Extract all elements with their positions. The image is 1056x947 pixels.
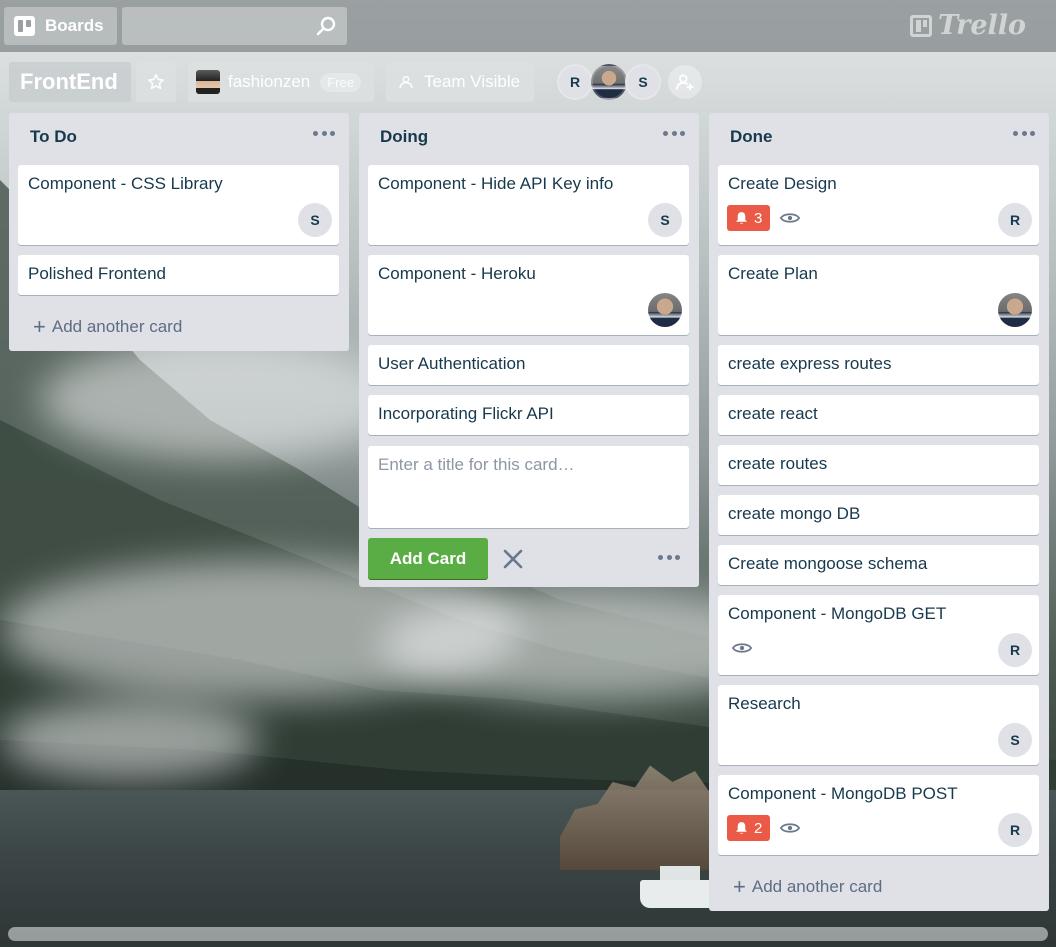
list-header[interactable]: To Do [9,113,349,161]
list-title[interactable]: Done [730,127,773,147]
card-member-avatar-photo[interactable] [648,293,682,327]
list-header[interactable]: Doing [359,113,699,161]
card-title: create express routes [728,354,892,373]
card-title: Component - Heroku [378,264,536,283]
list-menu-icon[interactable] [663,131,685,137]
card-member-avatar[interactable]: S [298,203,332,237]
eye-icon [780,213,800,223]
member-avatar[interactable]: R [557,64,593,100]
card-title: Create Plan [728,264,818,283]
card[interactable]: Component - MongoDB GET R [718,595,1039,675]
card-title: create react [728,404,818,423]
boards-icon [14,16,35,36]
eye-icon [780,823,800,833]
card-member-avatar-photo[interactable] [998,293,1032,327]
card[interactable]: Component - MongoDB POST 2 R [718,775,1039,855]
card-member-avatar[interactable]: R [998,813,1032,847]
card[interactable]: Create mongoose schema [718,545,1039,585]
plus-icon: + [33,314,46,339]
due-badge-count: 2 [754,819,763,837]
card-title: Incorporating Flickr API [378,404,554,423]
close-icon[interactable] [500,546,526,572]
star-board-button[interactable] [136,62,176,102]
card[interactable]: Create Design 3 R [718,165,1039,245]
card-title: Research [728,694,801,713]
card-title: Component - Hide API Key info [378,174,614,193]
member-avatar[interactable]: S [625,64,661,100]
list-title[interactable]: Doing [380,127,428,147]
bell-icon [736,822,747,834]
card[interactable]: create mongo DB [718,495,1039,535]
card-title: create mongo DB [728,504,861,523]
add-user-icon [675,74,694,91]
board-members: R S [557,64,661,100]
search-icon[interactable] [316,16,336,36]
card[interactable]: create react [718,395,1039,435]
card[interactable]: Research S [718,685,1039,765]
card-title: User Authentication [378,354,526,373]
card[interactable]: Component - Hide API Key info S [368,165,689,245]
member-avatar-photo[interactable] [591,64,627,100]
card[interactable]: User Authentication [368,345,689,385]
list-to-do[interactable]: To Do Component - CSS Library S Polished… [9,113,349,351]
trello-logo[interactable]: Trello [910,10,1026,41]
add-another-card-label: Add another card [51,317,183,336]
card-title: Component - MongoDB GET [728,604,947,623]
card-member-avatar[interactable]: R [998,633,1032,667]
composer-options-icon[interactable] [658,555,680,561]
card[interactable]: Component - Heroku [368,255,689,335]
board-title[interactable]: FrontEnd [9,62,131,102]
visibility-button[interactable]: Team Visible [386,62,534,102]
card-member-avatar[interactable]: R [998,203,1032,237]
new-card-title-input[interactable] [368,446,689,528]
list-doing[interactable]: Doing Component - Hide API Key info S Co… [359,113,699,587]
card[interactable]: Component - CSS Library S [18,165,339,245]
boards-label: Boards [45,16,104,35]
due-badge: 2 [727,815,770,841]
card-title: Create mongoose schema [728,554,928,573]
horizontal-scrollbar[interactable] [8,927,1048,941]
trello-logo-icon [910,14,932,37]
star-icon [148,74,164,90]
card[interactable]: create express routes [718,345,1039,385]
list-done[interactable]: Done Create Design 3 R Create Plan creat… [709,113,1049,911]
list-header[interactable]: Done [709,113,1049,161]
due-badge: 3 [727,205,770,231]
plan-badge: Free [320,72,361,92]
card-member-avatar[interactable]: S [648,203,682,237]
card-member-avatar[interactable]: S [998,723,1032,757]
add-card-button[interactable]: Add Card [368,538,488,579]
add-another-card-button[interactable]: + Add another card [733,876,882,898]
card-title: create routes [728,454,828,473]
trello-logo-text: Trello [938,10,1027,41]
team-name: fashionzen [228,72,311,91]
list-menu-icon[interactable] [313,131,335,137]
plus-icon: + [733,874,746,899]
list-title[interactable]: To Do [30,127,77,147]
invite-member-button[interactable] [668,65,702,99]
search-input[interactable] [122,7,347,45]
bell-icon [736,212,747,224]
due-badge-count: 3 [754,209,763,227]
team-visibility-icon [399,75,413,89]
card[interactable]: Incorporating Flickr API [368,395,689,435]
list-menu-icon[interactable] [1013,131,1035,137]
add-another-card-button[interactable]: + Add another card [33,316,182,338]
team-button[interactable]: fashionzen Free [188,62,374,102]
card-title: Create Design [728,174,837,193]
card-title: Component - CSS Library [28,174,223,193]
add-another-card-label: Add another card [751,877,883,896]
card[interactable]: Polished Frontend [18,255,339,295]
eye-icon [732,643,752,653]
boards-button[interactable]: Boards [4,7,117,45]
card-title: Component - MongoDB POST [728,784,958,803]
card[interactable]: Create Plan [718,255,1039,335]
card-title: Polished Frontend [28,264,166,283]
team-avatar [196,70,220,94]
card[interactable]: create routes [718,445,1039,485]
visibility-label: Team Visible [424,72,521,91]
